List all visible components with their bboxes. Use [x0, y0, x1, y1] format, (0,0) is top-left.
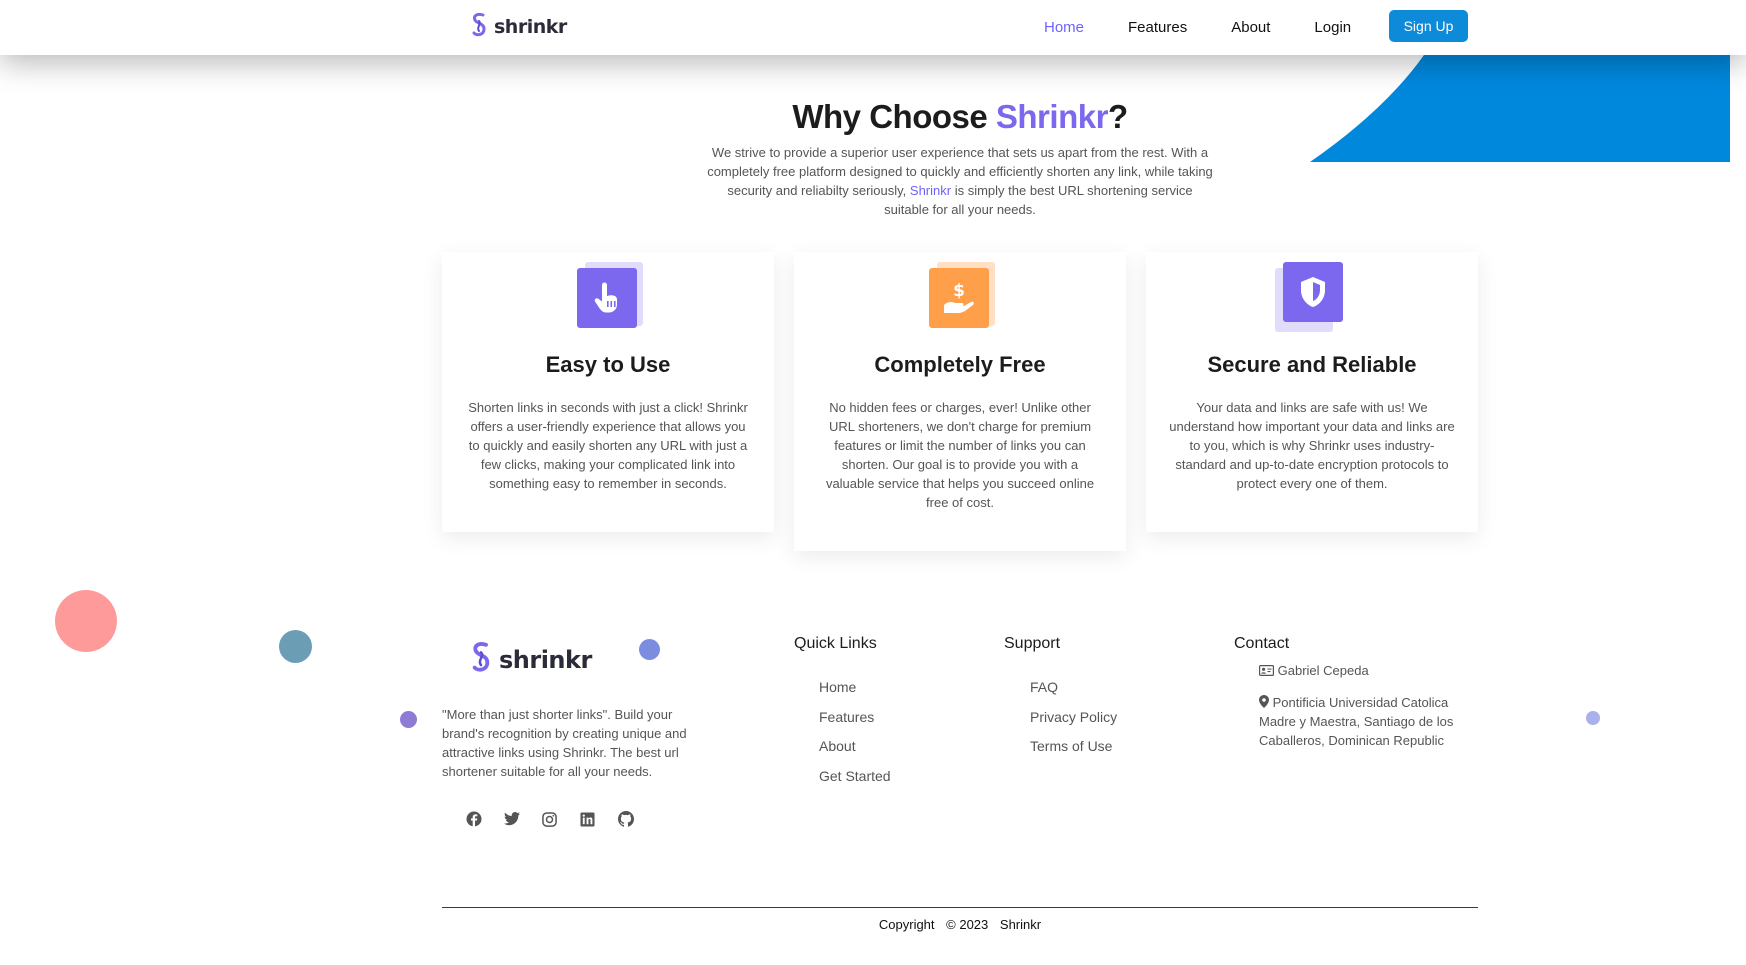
footer-about-text: "More than just shorter links". Build yo…	[442, 707, 687, 779]
decor-circle	[279, 630, 312, 663]
title-suffix: ?	[1107, 98, 1128, 135]
footer-link-get-started[interactable]: Get Started	[819, 768, 891, 798]
nav-link-login[interactable]: Login	[1314, 19, 1351, 36]
decor-circle	[400, 711, 417, 728]
footer-link-about[interactable]: About	[819, 738, 891, 768]
contact-address: Pontificia Universidad Catolica Madre y …	[1259, 693, 1469, 750]
instagram-icon[interactable]	[542, 810, 580, 828]
feature-card-easy: Easy to Use Shorten links in seconds wit…	[442, 252, 774, 532]
feature-title: Secure and Reliable	[1207, 352, 1417, 377]
nav-links: Home Features About Login	[1044, 0, 1395, 55]
feature-card-secure: Secure and Reliable Your data and links …	[1146, 252, 1478, 532]
feature-text: Shorten links in seconds with just a cli…	[468, 400, 748, 491]
footer-logo[interactable]: shrinkr	[469, 641, 592, 679]
decor-circle	[639, 639, 660, 660]
footer-link-privacy[interactable]: Privacy Policy	[1030, 709, 1117, 739]
contact-name-text: Gabriel Cepeda	[1277, 663, 1369, 678]
signup-button[interactable]: Sign Up	[1389, 10, 1468, 42]
copyright-brand: Shrinkr	[999, 917, 1042, 932]
decor-circle	[55, 590, 117, 652]
feature-card-free: $ Completely Free No hidden fees or char…	[794, 252, 1126, 551]
footer-link-faq[interactable]: FAQ	[1030, 679, 1117, 709]
contact-heading: Contact	[1234, 635, 1290, 652]
contact-name: Gabriel Cepeda	[1259, 661, 1469, 680]
quick-links-list: Home Features About Get Started	[819, 679, 891, 797]
hand-dollar-icon: $	[929, 262, 995, 332]
navbar: shrinkr Home Features About Login Sign U…	[0, 0, 1746, 55]
twitter-icon[interactable]	[504, 810, 542, 828]
feature-text: Your data and links are safe with us! We…	[1169, 400, 1455, 491]
nav-logo[interactable]: shrinkr	[470, 12, 567, 42]
footer-brand: shrinkr	[499, 646, 592, 674]
contact-address-text: Pontificia Universidad Catolica Madre y …	[1259, 695, 1454, 748]
nav-link-features[interactable]: Features	[1128, 19, 1187, 36]
copyright-year: © 2023	[946, 917, 989, 932]
title-prefix: Why Choose	[792, 98, 996, 135]
hero-text-accent: Shrinkr	[909, 183, 952, 198]
footer-link-home[interactable]: Home	[819, 679, 891, 709]
footer-divider	[442, 907, 1478, 908]
feature-title: Easy to Use	[545, 352, 671, 377]
nav-brand: shrinkr	[494, 16, 567, 38]
linkedin-icon[interactable]	[580, 810, 618, 828]
svg-text:$: $	[953, 281, 965, 301]
footer-link-features[interactable]: Features	[819, 709, 891, 739]
id-card-icon	[1259, 665, 1275, 677]
location-pin-icon	[1259, 695, 1269, 708]
hero-decor-shape	[1310, 55, 1730, 162]
logo-icon	[472, 12, 486, 37]
github-icon[interactable]	[618, 810, 656, 828]
support-list: FAQ Privacy Policy Terms of Use	[1030, 679, 1117, 768]
copyright: Copyright © 2023 Shrinkr	[0, 917, 1746, 932]
logo-icon	[472, 642, 490, 672]
shield-icon	[1275, 262, 1347, 332]
nav-link-home[interactable]: Home	[1044, 19, 1084, 36]
decor-circle	[1586, 711, 1600, 725]
quick-links-heading: Quick Links	[794, 635, 877, 652]
feature-text: No hidden fees or charges, ever! Unlike …	[825, 400, 1095, 510]
nav-link-about[interactable]: About	[1231, 19, 1270, 36]
support-heading: Support	[1004, 635, 1061, 652]
hero-description: We strive to provide a superior user exp…	[704, 143, 1216, 219]
copyright-label: Copyright	[878, 917, 935, 932]
pointer-hand-icon	[577, 262, 643, 332]
title-accent: Shrinkr	[995, 98, 1109, 135]
facebook-icon[interactable]	[466, 810, 504, 828]
feature-title: Completely Free	[874, 352, 1046, 377]
social-links	[466, 810, 656, 828]
footer-link-terms[interactable]: Terms of Use	[1030, 738, 1117, 768]
